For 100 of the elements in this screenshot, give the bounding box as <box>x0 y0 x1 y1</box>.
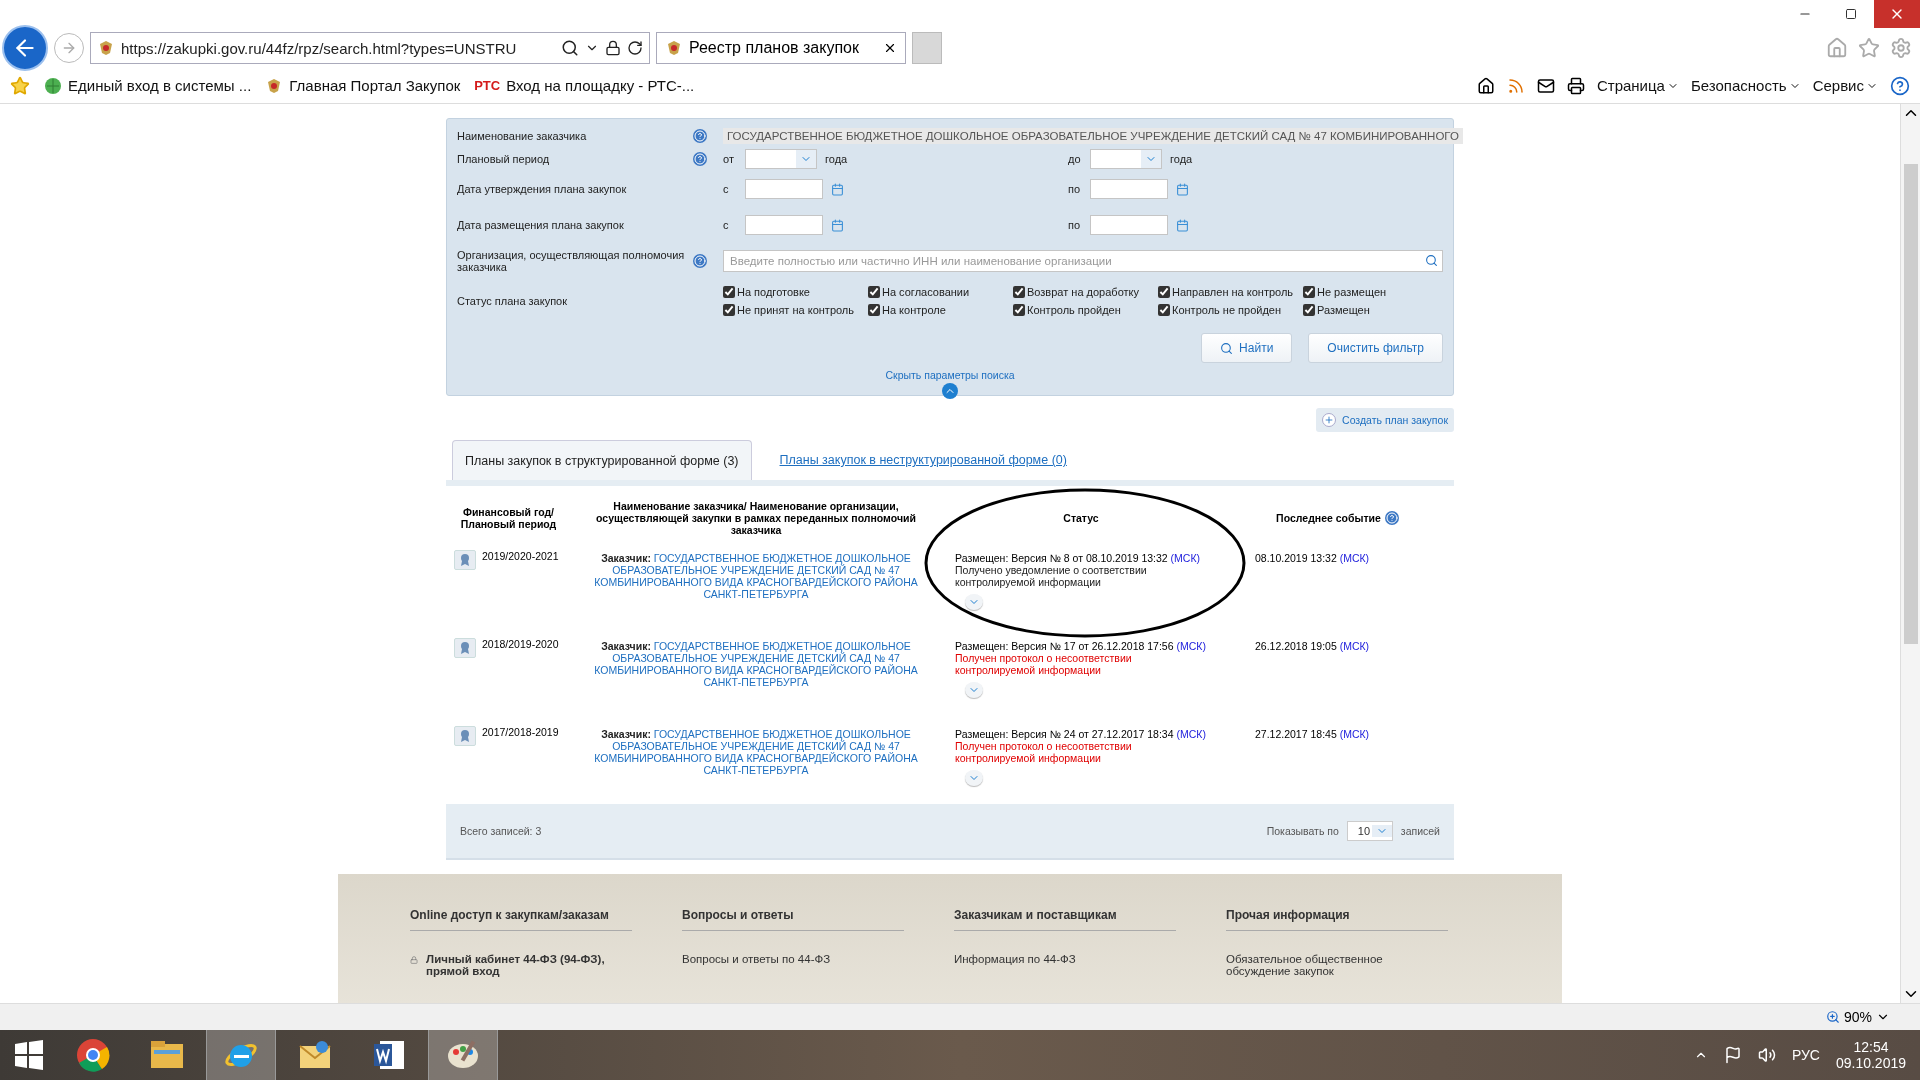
zoom-level[interactable]: 90% <box>1825 1009 1890 1025</box>
create-plan-button[interactable]: Создать план закупок <box>1316 408 1454 432</box>
refresh-icon <box>627 40 643 56</box>
plan-tab[interactable]: Планы закупок в неструктурированной форме (0) <box>767 440 1079 480</box>
footer-link[interactable]: Информация по 44-ФЗ <box>954 943 1076 965</box>
unit-label: года <box>1170 153 1193 165</box>
status-checkbox[interactable]: На контроле <box>868 304 1013 316</box>
command-menu[interactable]: Безопасность <box>1690 77 1801 94</box>
calendar-icon[interactable] <box>1176 218 1189 232</box>
checkbox[interactable] <box>723 286 735 298</box>
checkbox[interactable] <box>1303 304 1315 316</box>
command-menu[interactable]: Страница <box>1596 77 1679 94</box>
expand-icon[interactable] <box>965 682 983 698</box>
date-field[interactable] <box>745 215 823 235</box>
status-checkbox[interactable]: Возврат на доработку <box>1013 286 1158 298</box>
calendar-icon[interactable] <box>1176 182 1189 196</box>
printer-icon[interactable] <box>1566 76 1585 95</box>
forward-arrow-icon[interactable] <box>61 40 77 56</box>
back-button[interactable] <box>2 25 48 71</box>
page-size-select[interactable]: 10 <box>1346 821 1393 841</box>
favorite-link[interactable]: Главная Портал Закупок <box>265 76 461 95</box>
status-checkbox[interactable]: На согласовании <box>868 286 1013 298</box>
plus-icon[interactable] <box>1322 413 1337 427</box>
customer-name-field[interactable]: ГОСУДАРСТВЕННОЕ БЮДЖЕТНОЕ ДОШКОЛЬНОЕ ОБРАЗОВАТЕЛЬНОЕ УЧРЕЖДЕНИЕ ДЕТСКИЙ САД № 47 КОМБИНИРОВАННОГО <box>723 128 1463 144</box>
settings-icon[interactable] <box>1890 37 1912 59</box>
word-icon <box>372 1038 406 1072</box>
forward-button[interactable] <box>54 33 84 63</box>
financial-year: 2018/2019-2020 <box>482 638 559 650</box>
calendar-icon[interactable] <box>831 182 844 196</box>
search-icon[interactable] <box>1220 341 1234 355</box>
checkbox[interactable] <box>723 304 735 316</box>
date-field[interactable] <box>1090 179 1168 199</box>
close-tab-icon <box>883 41 897 55</box>
field-label: Организация, осуществляющая полномочия заказчика <box>457 249 686 273</box>
home-icon[interactable] <box>1476 76 1495 95</box>
status-checkbox[interactable]: Не размещен <box>1303 286 1448 298</box>
address-bar[interactable]: https://zakupki.gov.ru/44fz/rpz/search.html?types=UNSTRU <box>90 32 650 64</box>
browser-tab[interactable]: Реестр планов закупок <box>656 32 906 64</box>
search-icon[interactable] <box>1425 254 1438 267</box>
status-checkbox[interactable]: На подготовке <box>723 286 868 298</box>
hide-search-link[interactable]: Скрыть параметры поиска <box>885 369 1015 381</box>
checkbox[interactable] <box>868 304 880 316</box>
status-checkbox[interactable]: Размещен <box>1303 304 1448 316</box>
field-label: Дата размещения плана закупок <box>457 219 625 231</box>
checkbox[interactable] <box>1158 304 1170 316</box>
customer-link[interactable]: Заказчик: ГОСУДАРСТВЕННОЕ БЮДЖЕТНОЕ ДОШКОЛЬНОЕ ОБРАЗОВАТЕЛЬНОЕ УЧРЕЖДЕНИЕ ДЕТСКИЙ САД № 47 КОМБИНИРОВАННОГО ВИДА КРАСНОГВАРДЕЙСКОГО РАЙОНА САНКТ-ПЕТЕРБУРГА <box>577 552 935 600</box>
status-checkbox[interactable]: Контроль не пройден <box>1158 304 1303 316</box>
checkbox[interactable] <box>1013 286 1025 298</box>
favorite-link[interactable]: Единый вход в системы ... <box>44 76 252 95</box>
clock[interactable]: 12:54 09.10.2019 <box>1835 1039 1906 1071</box>
command-menu[interactable]: Сервис <box>1812 77 1878 94</box>
volume-icon[interactable] <box>1757 1046 1776 1064</box>
clear-filter-button[interactable]: Очистить фильтр <box>1308 333 1443 363</box>
calendar-icon[interactable] <box>831 218 844 232</box>
field-label: Дата утверждения плана закупок <box>457 183 628 195</box>
envelope-icon <box>298 1040 332 1070</box>
date-field[interactable] <box>745 179 823 199</box>
checkbox[interactable] <box>1158 286 1170 298</box>
checkbox[interactable] <box>1013 304 1025 316</box>
column-header: Последнее событие <box>1276 512 1381 524</box>
help-icon[interactable] <box>1384 511 1399 525</box>
globe-icon <box>44 76 62 95</box>
favorites-star-icon[interactable] <box>10 75 30 96</box>
date-field[interactable] <box>1090 215 1168 235</box>
mail-icon[interactable] <box>1536 76 1555 95</box>
status-note: Получен протокол о несоответствии контролируемой информации <box>955 740 1133 764</box>
collapse-icon[interactable] <box>942 383 958 399</box>
financial-year: 2019/2020-2021 <box>482 550 559 562</box>
status-checkbox[interactable]: Контроль пройден <box>1013 304 1158 316</box>
footer-link[interactable]: Вопросы и ответы по 44-ФЗ <box>682 943 831 965</box>
checkbox[interactable] <box>1303 286 1315 298</box>
financial-year: 2017/2018-2019 <box>482 726 559 738</box>
rss-icon[interactable] <box>1506 76 1525 95</box>
footer-link[interactable]: Обязательное общественное обсуждение закупок <box>1226 943 1448 977</box>
status-checkbox[interactable]: Направлен на контроль <box>1158 286 1303 298</box>
scrollbar[interactable] <box>1900 104 1920 1003</box>
status-checkbox[interactable]: Не принят на контроль <box>723 304 868 316</box>
organization-search-field[interactable]: Введите полностью или частично ИНН или наименование организации <box>723 250 1443 272</box>
customer-link[interactable]: Заказчик: ГОСУДАРСТВЕННОЕ БЮДЖЕТНОЕ ДОШКОЛЬНОЕ ОБРАЗОВАТЕЛЬНОЕ УЧРЕЖДЕНИЕ ДЕТСКИЙ САД № 47 КОМБИНИРОВАННОГО ВИДА КРАСНОГВАРДЕЙСКОГО РАЙОНА САНКТ-ПЕТЕРБУРГА <box>577 728 935 776</box>
status-note: Получен протокол о несоответствии контролируемой информации <box>955 652 1133 676</box>
plan-tab[interactable]: Планы закупок в структурированной форме (3) <box>452 440 752 480</box>
expand-icon[interactable] <box>965 594 983 610</box>
zoom-icon[interactable] <box>1825 1010 1840 1024</box>
checkbox[interactable] <box>868 286 880 298</box>
favorite-link[interactable]: РТС Вход на площадку - РТС-... <box>474 77 695 94</box>
favorites-star-icon[interactable] <box>1858 37 1880 59</box>
language-indicator[interactable]: РУС <box>1791 1047 1820 1063</box>
certificate-icon[interactable] <box>454 726 476 746</box>
footer-link[interactable]: Личный кабинет 44-ФЗ (94-ФЗ), прямой вход <box>426 943 632 977</box>
find-button[interactable]: Найти <box>1201 333 1293 363</box>
status-text: Размещен: Версия № 24 от 27.12.2017 18:34 (МСК) <box>955 728 1206 740</box>
windows-logo-icon[interactable] <box>14 1040 44 1070</box>
restore-icon[interactable] <box>1845 8 1857 20</box>
flag-icon[interactable] <box>1723 1046 1742 1064</box>
expand-icon[interactable] <box>965 770 983 786</box>
field-label: Плановый период <box>457 153 551 165</box>
help-icon[interactable] <box>1890 75 1910 96</box>
certificate-icon[interactable] <box>454 550 476 570</box>
customer-link[interactable]: Заказчик: ГОСУДАРСТВЕННОЕ БЮДЖЕТНОЕ ДОШКОЛЬНОЕ ОБРАЗОВАТЕЛЬНОЕ УЧРЕЖДЕНИЕ ДЕТСКИЙ САД № 47 КОМБИНИРОВАННОГО ВИДА КРАСНОГВАРДЕЙСКОГО РАЙОНА САНКТ-ПЕТЕРБУРГА <box>577 640 935 688</box>
certificate-icon[interactable] <box>454 638 476 658</box>
